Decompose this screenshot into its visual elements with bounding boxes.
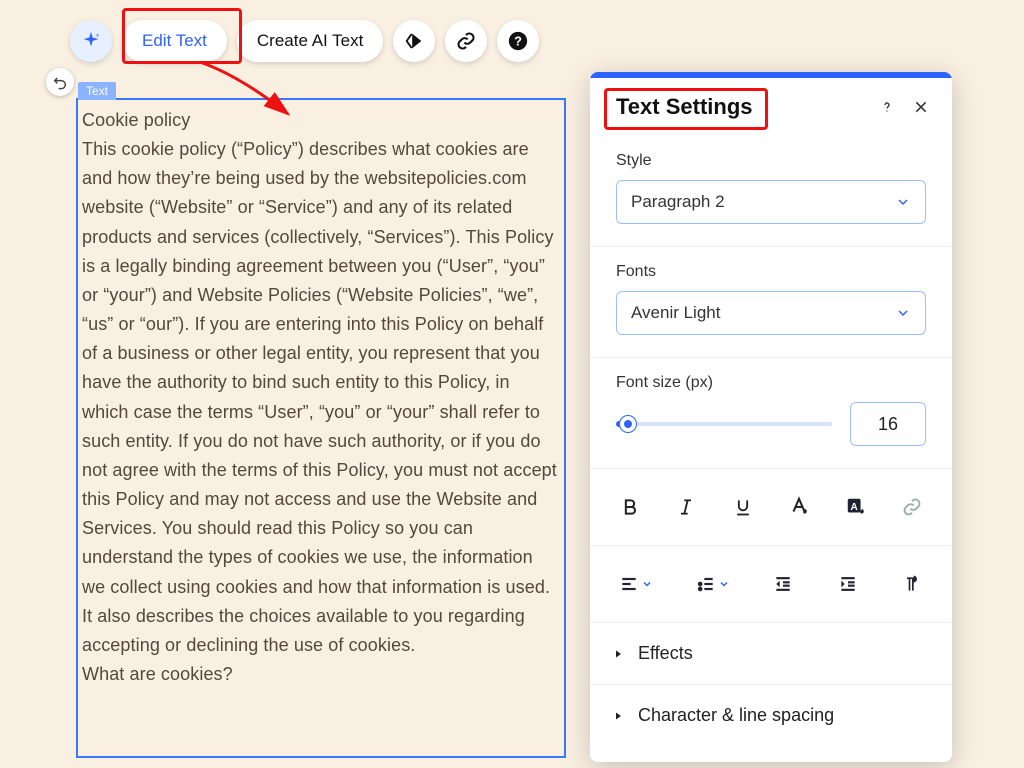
fonts-dropdown[interactable]: Avenir Light <box>616 291 926 335</box>
indent-decrease-icon <box>773 574 793 594</box>
highlight-icon: A <box>845 496 867 518</box>
list-button[interactable] <box>687 564 739 604</box>
panel-title: Text Settings <box>616 94 866 120</box>
bullet-list-icon <box>696 574 716 594</box>
italic-icon <box>676 497 696 517</box>
indent-increase-button[interactable] <box>828 564 868 604</box>
chevron-down-icon <box>641 578 653 590</box>
link-icon <box>456 31 476 51</box>
underline-icon <box>733 497 753 517</box>
fonts-value: Avenir Light <box>631 303 720 323</box>
panel-body-wrapper: Style Paragraph 2 Fonts Avenir Light Fon… <box>590 136 952 762</box>
fonts-section: Fonts Avenir Light <box>590 247 952 358</box>
align-left-icon <box>619 574 639 594</box>
caret-right-icon <box>612 648 624 660</box>
svg-text:?: ? <box>514 34 522 49</box>
text-link-button[interactable] <box>892 487 932 527</box>
help-button[interactable]: ? <box>497 20 539 62</box>
indent-increase-icon <box>838 574 858 594</box>
style-dropdown[interactable]: Paragraph 2 <box>616 180 926 224</box>
font-size-label: Font size (px) <box>616 374 926 392</box>
sparkle-icon <box>80 30 102 52</box>
effects-section-toggle[interactable]: Effects <box>590 623 952 685</box>
panel-header: Text Settings <box>590 78 952 139</box>
create-ai-text-button[interactable]: Create AI Text <box>237 20 383 62</box>
close-icon <box>913 99 929 115</box>
font-size-input[interactable]: 16 <box>850 402 926 446</box>
paragraph-format-row <box>590 546 952 623</box>
char-line-section-toggle[interactable]: Character & line spacing <box>590 685 952 746</box>
align-button[interactable] <box>610 564 662 604</box>
chevron-down-icon <box>895 194 911 210</box>
animation-icon <box>403 30 425 52</box>
caret-right-icon <box>612 710 624 722</box>
help-icon: ? <box>507 30 529 52</box>
link-icon <box>902 497 922 517</box>
edit-text-button[interactable]: Edit Text <box>122 20 227 62</box>
element-type-badge: Text <box>78 82 116 100</box>
fonts-label: Fonts <box>616 263 926 281</box>
underline-button[interactable] <box>723 487 763 527</box>
text-direction-button[interactable] <box>892 564 932 604</box>
style-label: Style <box>616 152 926 170</box>
ai-sparkle-button[interactable] <box>70 20 112 62</box>
effects-label: Effects <box>638 643 693 664</box>
svg-text:A: A <box>850 502 858 513</box>
char-line-label: Character & line spacing <box>638 705 834 726</box>
indent-decrease-button[interactable] <box>763 564 803 604</box>
text-format-row: A <box>590 469 952 546</box>
italic-button[interactable] <box>666 487 706 527</box>
help-icon <box>879 99 895 115</box>
style-section: Style Paragraph 2 <box>590 136 952 247</box>
undo-button[interactable] <box>46 68 74 96</box>
panel-help-button[interactable] <box>874 94 900 120</box>
text-color-button[interactable] <box>779 487 819 527</box>
bold-button[interactable] <box>610 487 650 527</box>
font-size-slider[interactable] <box>616 414 832 434</box>
animation-button[interactable] <box>393 20 435 62</box>
editor-toolbar: Edit Text Create AI Text ? <box>70 20 539 62</box>
font-size-section: Font size (px) 16 <box>590 358 952 469</box>
chevron-down-icon <box>718 578 730 590</box>
text-editor-content[interactable]: Cookie policy This cookie policy (“Polic… <box>76 98 566 758</box>
undo-icon <box>52 74 68 90</box>
bold-icon <box>620 497 640 517</box>
text-color-icon <box>788 496 810 518</box>
style-value: Paragraph 2 <box>631 192 725 212</box>
chevron-down-icon <box>895 305 911 321</box>
rtl-icon <box>902 574 922 594</box>
panel-close-button[interactable] <box>908 94 934 120</box>
highlight-color-button[interactable]: A <box>836 487 876 527</box>
link-button[interactable] <box>445 20 487 62</box>
